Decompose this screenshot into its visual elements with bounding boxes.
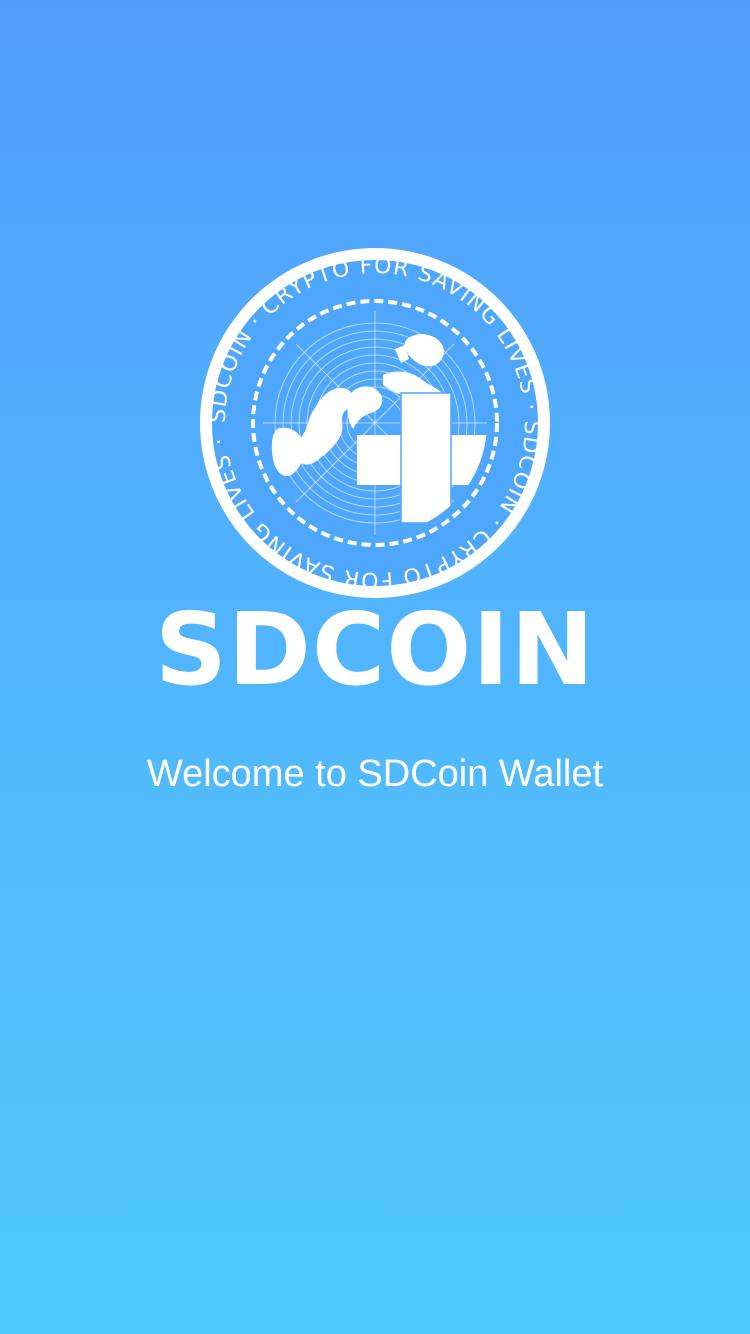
welcome-text: Welcome to SDCoin Wallet bbox=[146, 753, 604, 795]
splash-screen: SDCOIN · CRYPTO FOR SAVING LIVES · SDCOI… bbox=[0, 0, 750, 1334]
sdcoin-logo: SDCOIN · CRYPTO FOR SAVING LIVES · SDCOI… bbox=[195, 243, 555, 603]
sdcoin-globe-cross-icon: SDCOIN · CRYPTO FOR SAVING LIVES · SDCOI… bbox=[200, 248, 550, 598]
brand-name: SDCOIN bbox=[154, 591, 596, 708]
